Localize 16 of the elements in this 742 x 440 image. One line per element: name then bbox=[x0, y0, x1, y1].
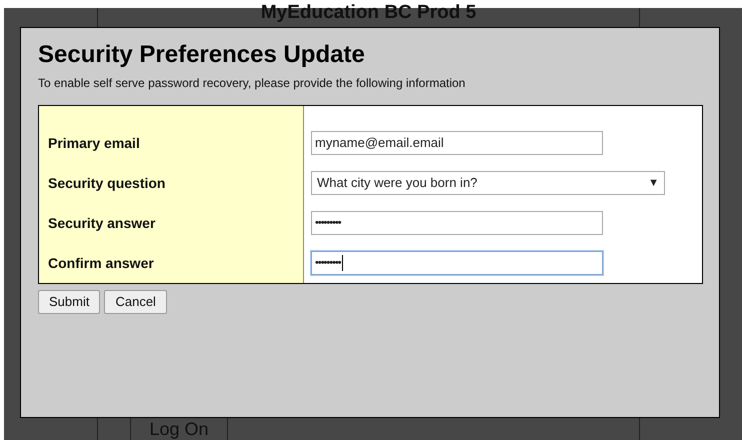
dialog-subtitle: To enable self serve password recovery, please provide the following information bbox=[38, 75, 466, 92]
password-field[interactable]: ••••••••• bbox=[311, 251, 603, 275]
field-label: Security question bbox=[48, 174, 166, 193]
dialog-button[interactable]: Submit bbox=[38, 290, 100, 314]
field-label: Confirm answer bbox=[48, 254, 154, 272]
dropdown-value: What city were you born in? bbox=[317, 174, 478, 192]
field-label: Security answer bbox=[48, 214, 156, 233]
page-title: MyEducation BC Prod 5 bbox=[260, 3, 478, 22]
field-label: Primary email bbox=[48, 134, 140, 153]
input-field[interactable]: myname@email.email bbox=[311, 131, 603, 155]
dialog-title: Security Preferences Update bbox=[38, 40, 366, 70]
password-field[interactable]: ••••••••• bbox=[311, 211, 603, 235]
dialog-button[interactable]: Cancel bbox=[104, 290, 167, 314]
text-cursor bbox=[342, 255, 343, 271]
dropdown-arrow: ▼ bbox=[648, 176, 659, 191]
question-dropdown[interactable]: What city were you born in? ▼ bbox=[311, 171, 665, 195]
